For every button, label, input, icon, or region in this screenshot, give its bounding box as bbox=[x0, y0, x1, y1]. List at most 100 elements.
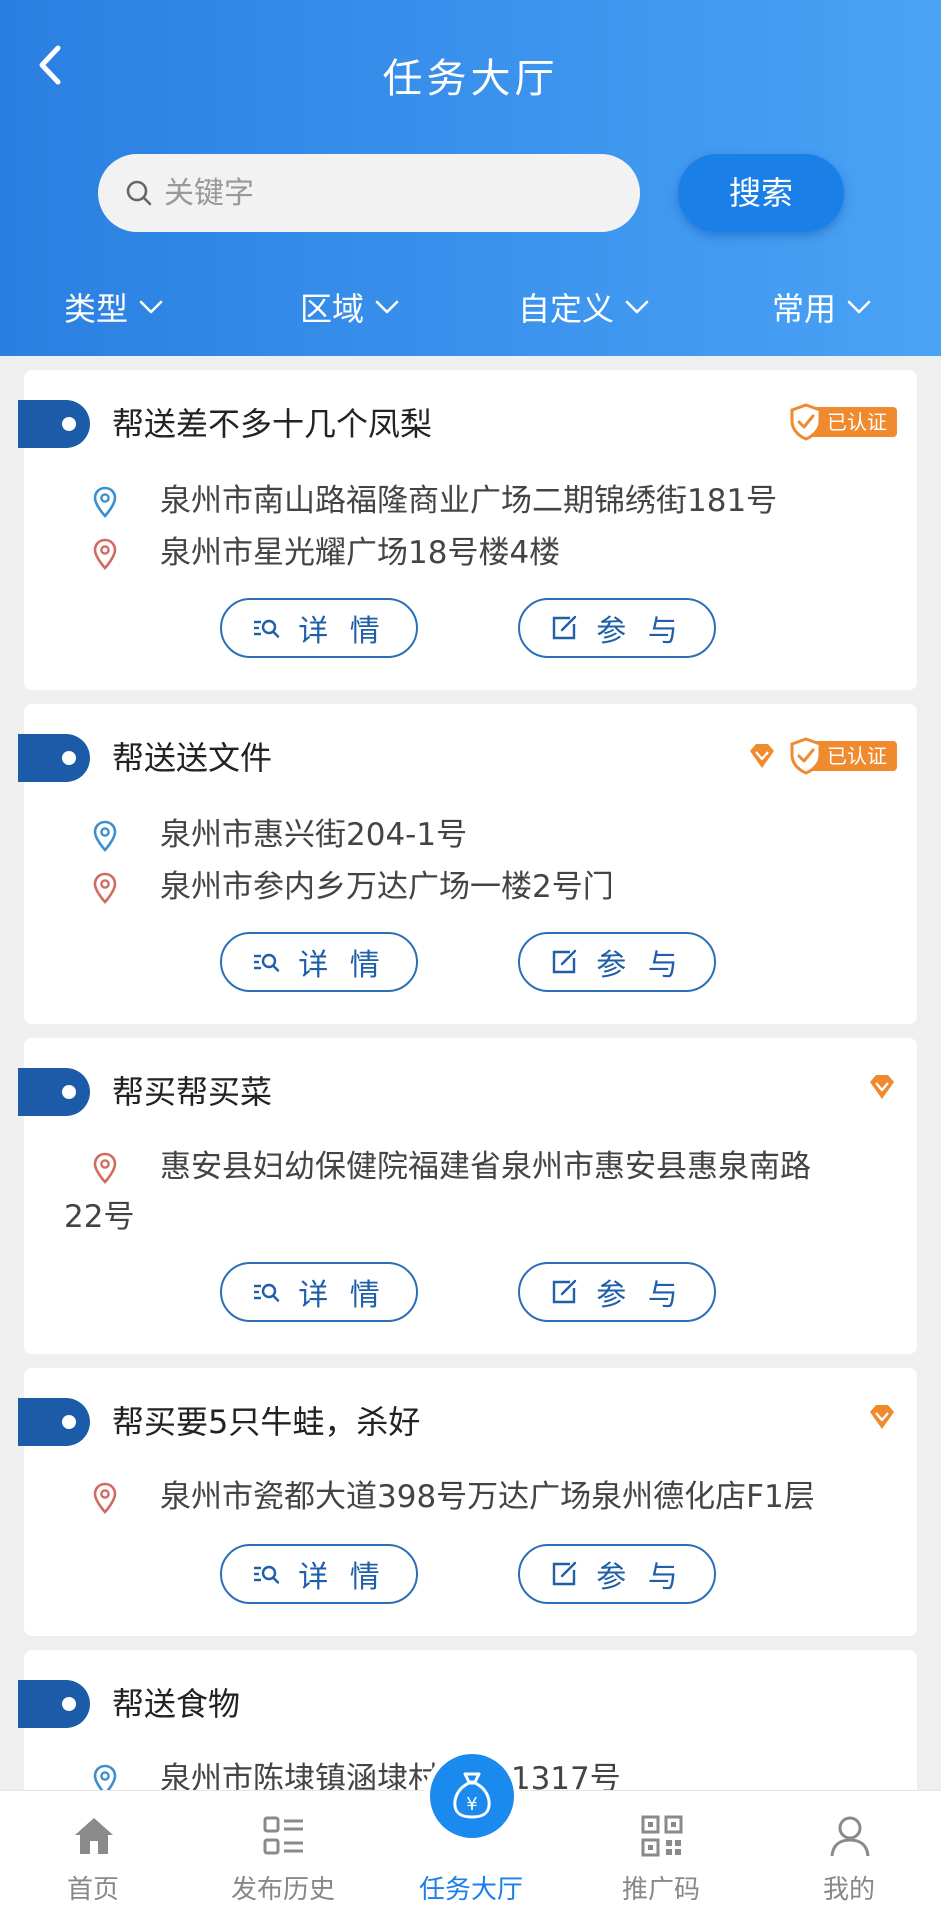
pickup-address: 泉州市惠兴街204-1号 bbox=[64, 810, 467, 860]
dropoff-address-text: 泉州市参内乡万达广场一楼2号门 bbox=[160, 869, 614, 905]
page-title: 任务大厅 bbox=[382, 56, 559, 102]
task-hall-center-button[interactable]: ¥ bbox=[424, 1748, 520, 1844]
search-input[interactable] bbox=[164, 154, 604, 232]
details-button[interactable]: 详 情 bbox=[220, 598, 418, 658]
pickup-address: 泉州市南山路福隆商业广场二期锦绣街181号 bbox=[64, 476, 777, 526]
edit-icon bbox=[553, 1279, 577, 1304]
edit-icon bbox=[553, 949, 577, 974]
chevron-down-icon bbox=[375, 300, 399, 314]
nav-history-label: 发布历史 bbox=[230, 1875, 335, 1905]
task-badges: 已认证 bbox=[747, 737, 897, 775]
task-card[interactable]: 帮买要5只牛蛙，杀好 泉州市瓷都大道398号万达广场泉州德化店F1层 详 情 参… bbox=[18, 1368, 917, 1636]
dropoff-address: 泉州市星光耀广场18号楼4楼 bbox=[64, 528, 560, 578]
pickup-pin-icon bbox=[93, 486, 117, 518]
join-label: 参 与 bbox=[596, 614, 684, 649]
verified-badge: 已认证 bbox=[789, 403, 897, 441]
nav-promo-code[interactable]: 推广码 bbox=[586, 1791, 736, 1915]
dropoff-address-text: 惠安县妇幼保健院福建省泉州市惠安县惠泉南路 bbox=[160, 1149, 811, 1185]
details-label: 详 情 bbox=[298, 948, 386, 983]
nav-home-label: 首页 bbox=[66, 1875, 119, 1905]
user-icon bbox=[830, 1816, 870, 1857]
diamond-vip-icon bbox=[870, 1075, 894, 1099]
task-title: 帮送食物 bbox=[112, 1685, 241, 1723]
nav-home[interactable]: 首页 bbox=[18, 1791, 168, 1915]
diamond-vip-icon bbox=[870, 1405, 894, 1429]
edit-icon bbox=[553, 1561, 577, 1586]
nav-history[interactable]: 发布历史 bbox=[208, 1791, 358, 1915]
shield-check-icon bbox=[790, 403, 822, 441]
pickup-address-text: 泉州市南山路福隆商业广场二期锦绣街181号 bbox=[160, 483, 778, 519]
nav-promo-code-label: 推广码 bbox=[621, 1875, 700, 1905]
task-card[interactable]: 帮送差不多十几个凤梨 已认证 泉州市南山路福隆商业广场二期锦绣街181号 泉州市… bbox=[18, 370, 917, 690]
details-button[interactable]: 详 情 bbox=[220, 1262, 418, 1322]
chevron-down-icon bbox=[625, 300, 649, 314]
details-label: 详 情 bbox=[298, 1278, 386, 1313]
diamond-vip-icon bbox=[750, 744, 774, 768]
pickup-pin-icon bbox=[93, 820, 117, 852]
join-button[interactable]: 参 与 bbox=[518, 598, 716, 658]
shield-check-icon bbox=[790, 737, 822, 775]
pickup-address-text: 泉州市惠兴街204-1号 bbox=[160, 817, 468, 853]
filter-type-label: 类型 bbox=[64, 290, 129, 328]
task-tag bbox=[18, 400, 90, 448]
details-label: 详 情 bbox=[298, 614, 386, 649]
search-box[interactable] bbox=[98, 154, 640, 232]
task-hall-center-bg: ¥ bbox=[430, 1754, 514, 1838]
join-button[interactable]: 参 与 bbox=[518, 1544, 716, 1604]
filter-custom[interactable]: 自定义 bbox=[518, 282, 650, 332]
dropoff-address: 惠安县妇幼保健院福建省泉州市惠安县惠泉南路 22号 bbox=[64, 1142, 884, 1242]
home-icon bbox=[75, 1818, 113, 1854]
task-title: 帮买帮买菜 bbox=[112, 1073, 273, 1111]
join-button[interactable]: 参 与 bbox=[518, 1262, 716, 1322]
join-label: 参 与 bbox=[596, 1560, 684, 1595]
chevron-down-icon bbox=[847, 300, 871, 314]
verified-label: 已认证 bbox=[811, 741, 897, 771]
task-tag bbox=[18, 1068, 90, 1116]
join-button[interactable]: 参 与 bbox=[518, 932, 716, 992]
detail-search-icon bbox=[254, 619, 280, 638]
task-card[interactable]: 帮送送文件 已认证 泉州市惠兴街204-1号 泉州市参内乡万达广场一楼2号门 详… bbox=[18, 704, 917, 1024]
filter-type[interactable]: 类型 bbox=[64, 282, 164, 332]
details-button[interactable]: 详 情 bbox=[220, 1544, 418, 1604]
verified-label: 已认证 bbox=[811, 407, 897, 437]
detail-search-icon bbox=[254, 1565, 280, 1584]
task-badges: 已认证 bbox=[789, 403, 897, 441]
filter-custom-label: 自定义 bbox=[518, 290, 615, 328]
nav-task-hall-label: 任务大厅 bbox=[418, 1875, 523, 1905]
search-icon bbox=[126, 180, 152, 206]
dropoff-pin-icon bbox=[93, 1482, 117, 1514]
filter-region[interactable]: 区域 bbox=[300, 282, 400, 332]
filter-common-label: 常用 bbox=[772, 290, 837, 328]
join-label: 参 与 bbox=[596, 948, 684, 983]
filter-region-label: 区域 bbox=[300, 290, 365, 328]
dropoff-pin-icon bbox=[93, 872, 117, 904]
nav-me-label: 我的 bbox=[822, 1875, 875, 1905]
task-tag bbox=[18, 1680, 90, 1728]
nav-me[interactable]: 我的 bbox=[774, 1791, 924, 1915]
edit-icon bbox=[553, 615, 577, 640]
task-title: 帮送送文件 bbox=[112, 739, 273, 777]
dropoff-address: 泉州市瓷都大道398号万达广场泉州德化店F1层 bbox=[64, 1472, 815, 1522]
search-button[interactable]: 搜索 bbox=[678, 154, 844, 232]
task-tag bbox=[18, 734, 90, 782]
filter-common[interactable]: 常用 bbox=[772, 282, 872, 332]
verified-badge: 已认证 bbox=[789, 737, 897, 775]
money-bag-icon: ¥ bbox=[453, 1772, 491, 1819]
task-badges bbox=[867, 1402, 897, 1432]
task-badges bbox=[867, 1072, 897, 1102]
detail-search-icon bbox=[254, 953, 280, 972]
detail-search-icon bbox=[254, 1283, 280, 1302]
join-label: 参 与 bbox=[596, 1278, 684, 1313]
svg-text:¥: ¥ bbox=[466, 1794, 477, 1815]
details-label: 详 情 bbox=[298, 1560, 386, 1595]
dropoff-address-text-cont: 22号 bbox=[64, 1199, 135, 1235]
qr-code-icon bbox=[641, 1815, 683, 1857]
dropoff-address: 泉州市参内乡万达广场一楼2号门 bbox=[64, 862, 614, 912]
task-title: 帮送差不多十几个凤梨 bbox=[112, 405, 433, 443]
header-bar: 任务大厅 搜索 类型 区域 自定义 常用 bbox=[0, 0, 941, 356]
list-icon bbox=[263, 1816, 303, 1855]
task-tag bbox=[18, 1398, 90, 1446]
task-card[interactable]: 帮买帮买菜 惠安县妇幼保健院福建省泉州市惠安县惠泉南路 22号 详 情 参 与 bbox=[18, 1038, 917, 1354]
chevron-down-icon bbox=[139, 300, 163, 314]
details-button[interactable]: 详 情 bbox=[220, 932, 418, 992]
